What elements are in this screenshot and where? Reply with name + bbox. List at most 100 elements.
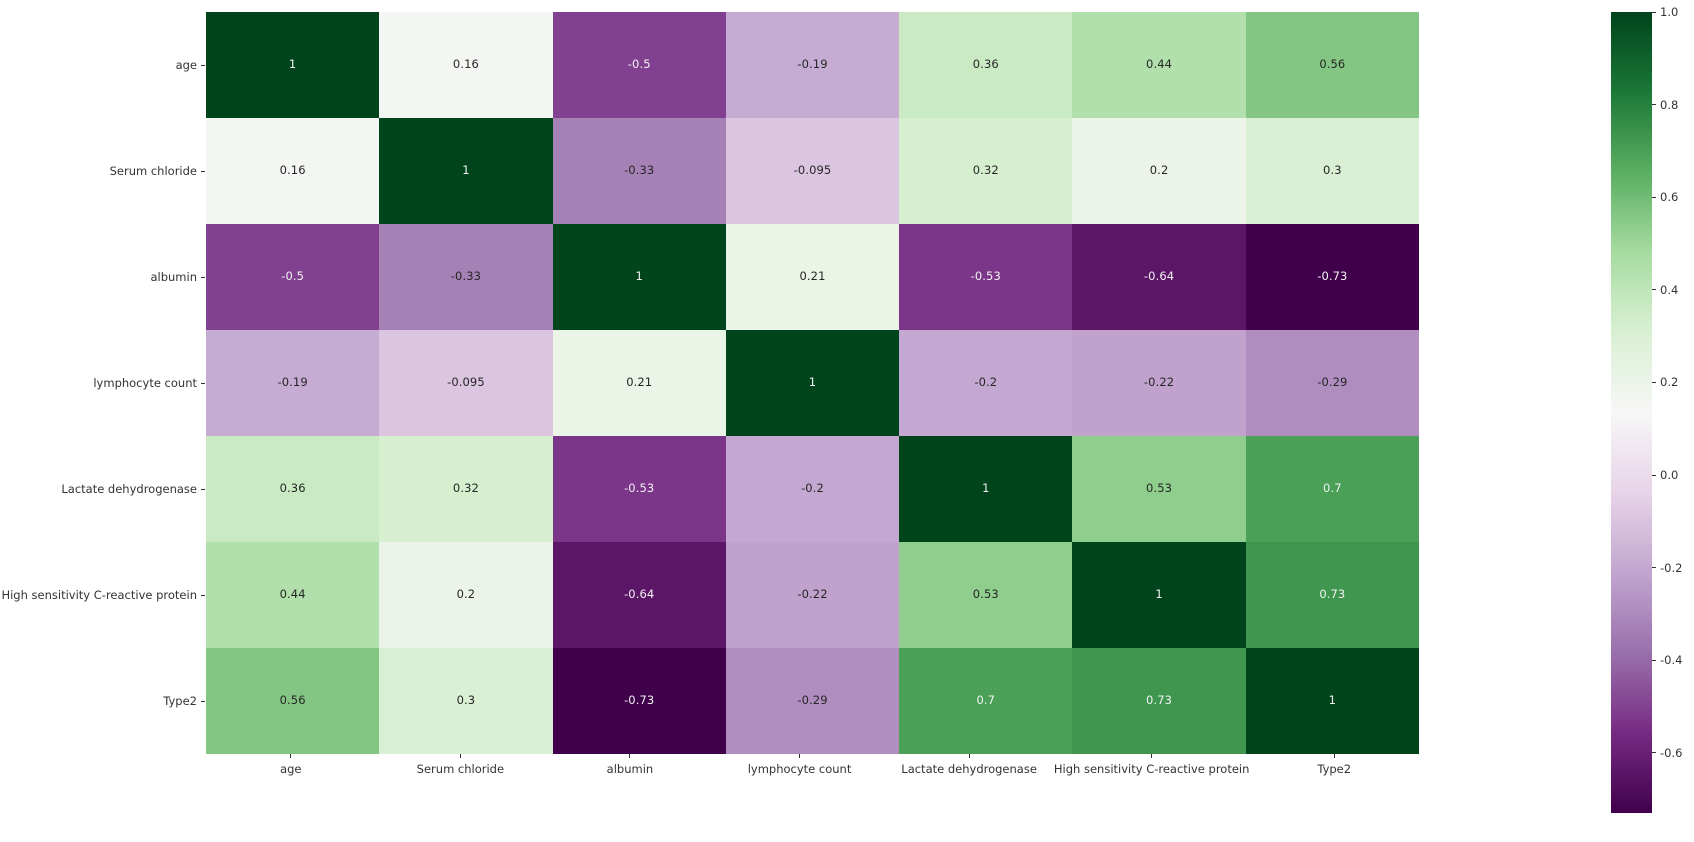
colorbar-tick-label: 0.0	[1660, 468, 1679, 482]
y-tick-label: High sensitivity C-reactive protein	[1, 588, 197, 602]
x-tick-5: High sensitivity C-reactive protein	[1053, 754, 1250, 794]
heatmap-cell: 0.56	[1245, 12, 1419, 118]
colorbar-tick-mark-icon	[1652, 474, 1656, 476]
cell-value: 0.7	[976, 693, 996, 708]
heatmap-grid: 1 0.16 -0.5 -0.19 0.36 0.44 0.56 0.16 1 -0.33 -0.0…	[206, 12, 1419, 754]
heatmap-cell: -0.33	[379, 224, 553, 330]
heatmap-cell: 0.32	[899, 118, 1073, 224]
x-tick-label: lymphocyte count	[747, 762, 852, 776]
cell-value: -0.22	[1143, 375, 1175, 390]
heatmap-cell: 1	[379, 118, 553, 224]
heatmap-cell: 1	[1245, 648, 1419, 754]
x-tick-label: Serum chloride	[416, 762, 505, 776]
heatmap-cell: 0.3	[379, 648, 553, 754]
cell-value: 0.53	[972, 587, 999, 602]
heatmap-cell: 0.3	[1245, 118, 1419, 224]
cell-value: -0.33	[624, 163, 655, 178]
colorbar-tick-8: -0.6	[1652, 746, 1682, 760]
y-tick-label: Serum chloride	[109, 164, 197, 178]
colorbar-tick-label: 0.4	[1660, 282, 1679, 297]
heatmap-cell: 0.21	[552, 330, 726, 436]
x-tick-mark-icon	[1151, 754, 1153, 758]
cell-value: 0.16	[279, 163, 306, 178]
heatmap-cell: 0.53	[899, 542, 1073, 648]
x-tick-2: albumin	[545, 754, 715, 794]
heatmap-cell: -0.19	[206, 330, 380, 436]
heatmap-cell: -0.095	[725, 118, 900, 224]
cell-value: 0.16	[452, 57, 479, 72]
cell-value: -0.22	[797, 587, 828, 602]
heatmap-cell: -0.29	[1245, 330, 1419, 436]
x-tick-mark-icon	[1333, 754, 1335, 758]
cell-value: -0.29	[1317, 375, 1348, 390]
heatmap-cell: 0.7	[899, 648, 1073, 754]
heatmap-cell: 0.53	[1072, 436, 1246, 542]
cell-value: 0.36	[279, 481, 306, 496]
colorbar-gradient	[1611, 12, 1652, 813]
y-tick-5: High sensitivity C-reactive protein	[0, 542, 206, 648]
cell-value: -0.64	[624, 587, 655, 602]
x-tick-label: High sensitivity C-reactive protein	[1053, 762, 1250, 776]
y-tick-mark-icon	[201, 170, 205, 172]
colorbar-tick-mark-icon	[1652, 567, 1656, 569]
colorbar-tick-labels: 1.0 0.8 0.6 0.4 0.2 0.0 -0.2 -0.4 -0.6	[1652, 5, 1691, 813]
heatmap-cell: -0.2	[725, 436, 900, 542]
heatmap-cell: -0.73	[1245, 224, 1419, 330]
colorbar-tick-5: 0.0	[1652, 468, 1678, 482]
y-tick-2: albumin	[0, 224, 206, 330]
colorbar-tick-4: 0.2	[1652, 375, 1678, 389]
colorbar-tick-6: -0.2	[1652, 561, 1682, 575]
cell-value: 1	[635, 269, 643, 284]
x-tick-mark-icon	[459, 754, 461, 758]
colorbar-tick-label: 0.6	[1660, 190, 1679, 205]
cell-value: -0.5	[627, 57, 651, 72]
colorbar-tick-label: 0.8	[1660, 97, 1679, 112]
y-tick-mark-icon	[201, 700, 205, 702]
colorbar-tick-2: 0.6	[1652, 190, 1678, 204]
cell-value: 0.3	[1323, 163, 1342, 178]
cell-value: 0.32	[972, 163, 999, 178]
x-tick-label: Lactate dehydrogenase	[901, 762, 1037, 776]
y-tick-label: lymphocyte count	[93, 376, 197, 390]
cell-value: 0.2	[1149, 163, 1169, 178]
y-tick-mark-icon	[201, 64, 205, 66]
heatmap-cell: -0.22	[725, 542, 900, 648]
heatmap-cell: 1	[1072, 542, 1246, 648]
cell-value: -0.2	[801, 481, 824, 496]
colorbar-tick-mark-icon	[1652, 659, 1656, 661]
x-tick-1: Serum chloride	[376, 754, 546, 794]
heatmap-cell: 0.32	[379, 436, 553, 542]
cell-value: 0.53	[1146, 481, 1173, 496]
cell-value: -0.53	[624, 481, 655, 496]
heatmap-cell: -0.19	[725, 12, 900, 118]
cell-value: -0.19	[277, 375, 308, 390]
heatmap-cell: -0.53	[552, 436, 726, 542]
heatmap-cell: -0.53	[899, 224, 1073, 330]
x-tick-mark-icon	[629, 754, 631, 758]
heatmap-cell: 1	[899, 436, 1073, 542]
cell-value: 0.73	[1319, 587, 1346, 602]
cell-value: 0.36	[972, 57, 999, 72]
cell-value: 1	[288, 57, 297, 72]
heatmap-cell: -0.64	[1072, 224, 1246, 330]
heatmap-cell: 0.16	[206, 118, 380, 224]
x-tick-6: Type2	[1249, 754, 1419, 794]
y-tick-mark-icon	[201, 488, 205, 490]
cell-value: 0.3	[456, 693, 476, 708]
x-tick-mark-icon	[290, 754, 292, 758]
cell-value: 1	[1328, 693, 1337, 708]
colorbar-tick-7: -0.4	[1652, 653, 1682, 667]
x-tick-mark-icon	[968, 754, 970, 758]
x-tick-3: lymphocyte count	[715, 754, 885, 794]
y-tick-0: age	[0, 12, 206, 118]
heatmap-cell: -0.2	[899, 330, 1073, 436]
x-tick-label: age	[280, 762, 302, 776]
colorbar-tick-label: 0.2	[1660, 375, 1679, 390]
colorbar-tick-mark-icon	[1652, 196, 1656, 198]
heatmap-cell: 1	[725, 330, 900, 436]
colorbar-tick-1: 0.8	[1652, 98, 1678, 112]
cell-value: -0.5	[281, 269, 305, 284]
cell-value: 0.56	[279, 693, 306, 708]
heatmap-cell: 1	[552, 224, 726, 330]
colorbar-tick-mark-icon	[1652, 381, 1656, 383]
